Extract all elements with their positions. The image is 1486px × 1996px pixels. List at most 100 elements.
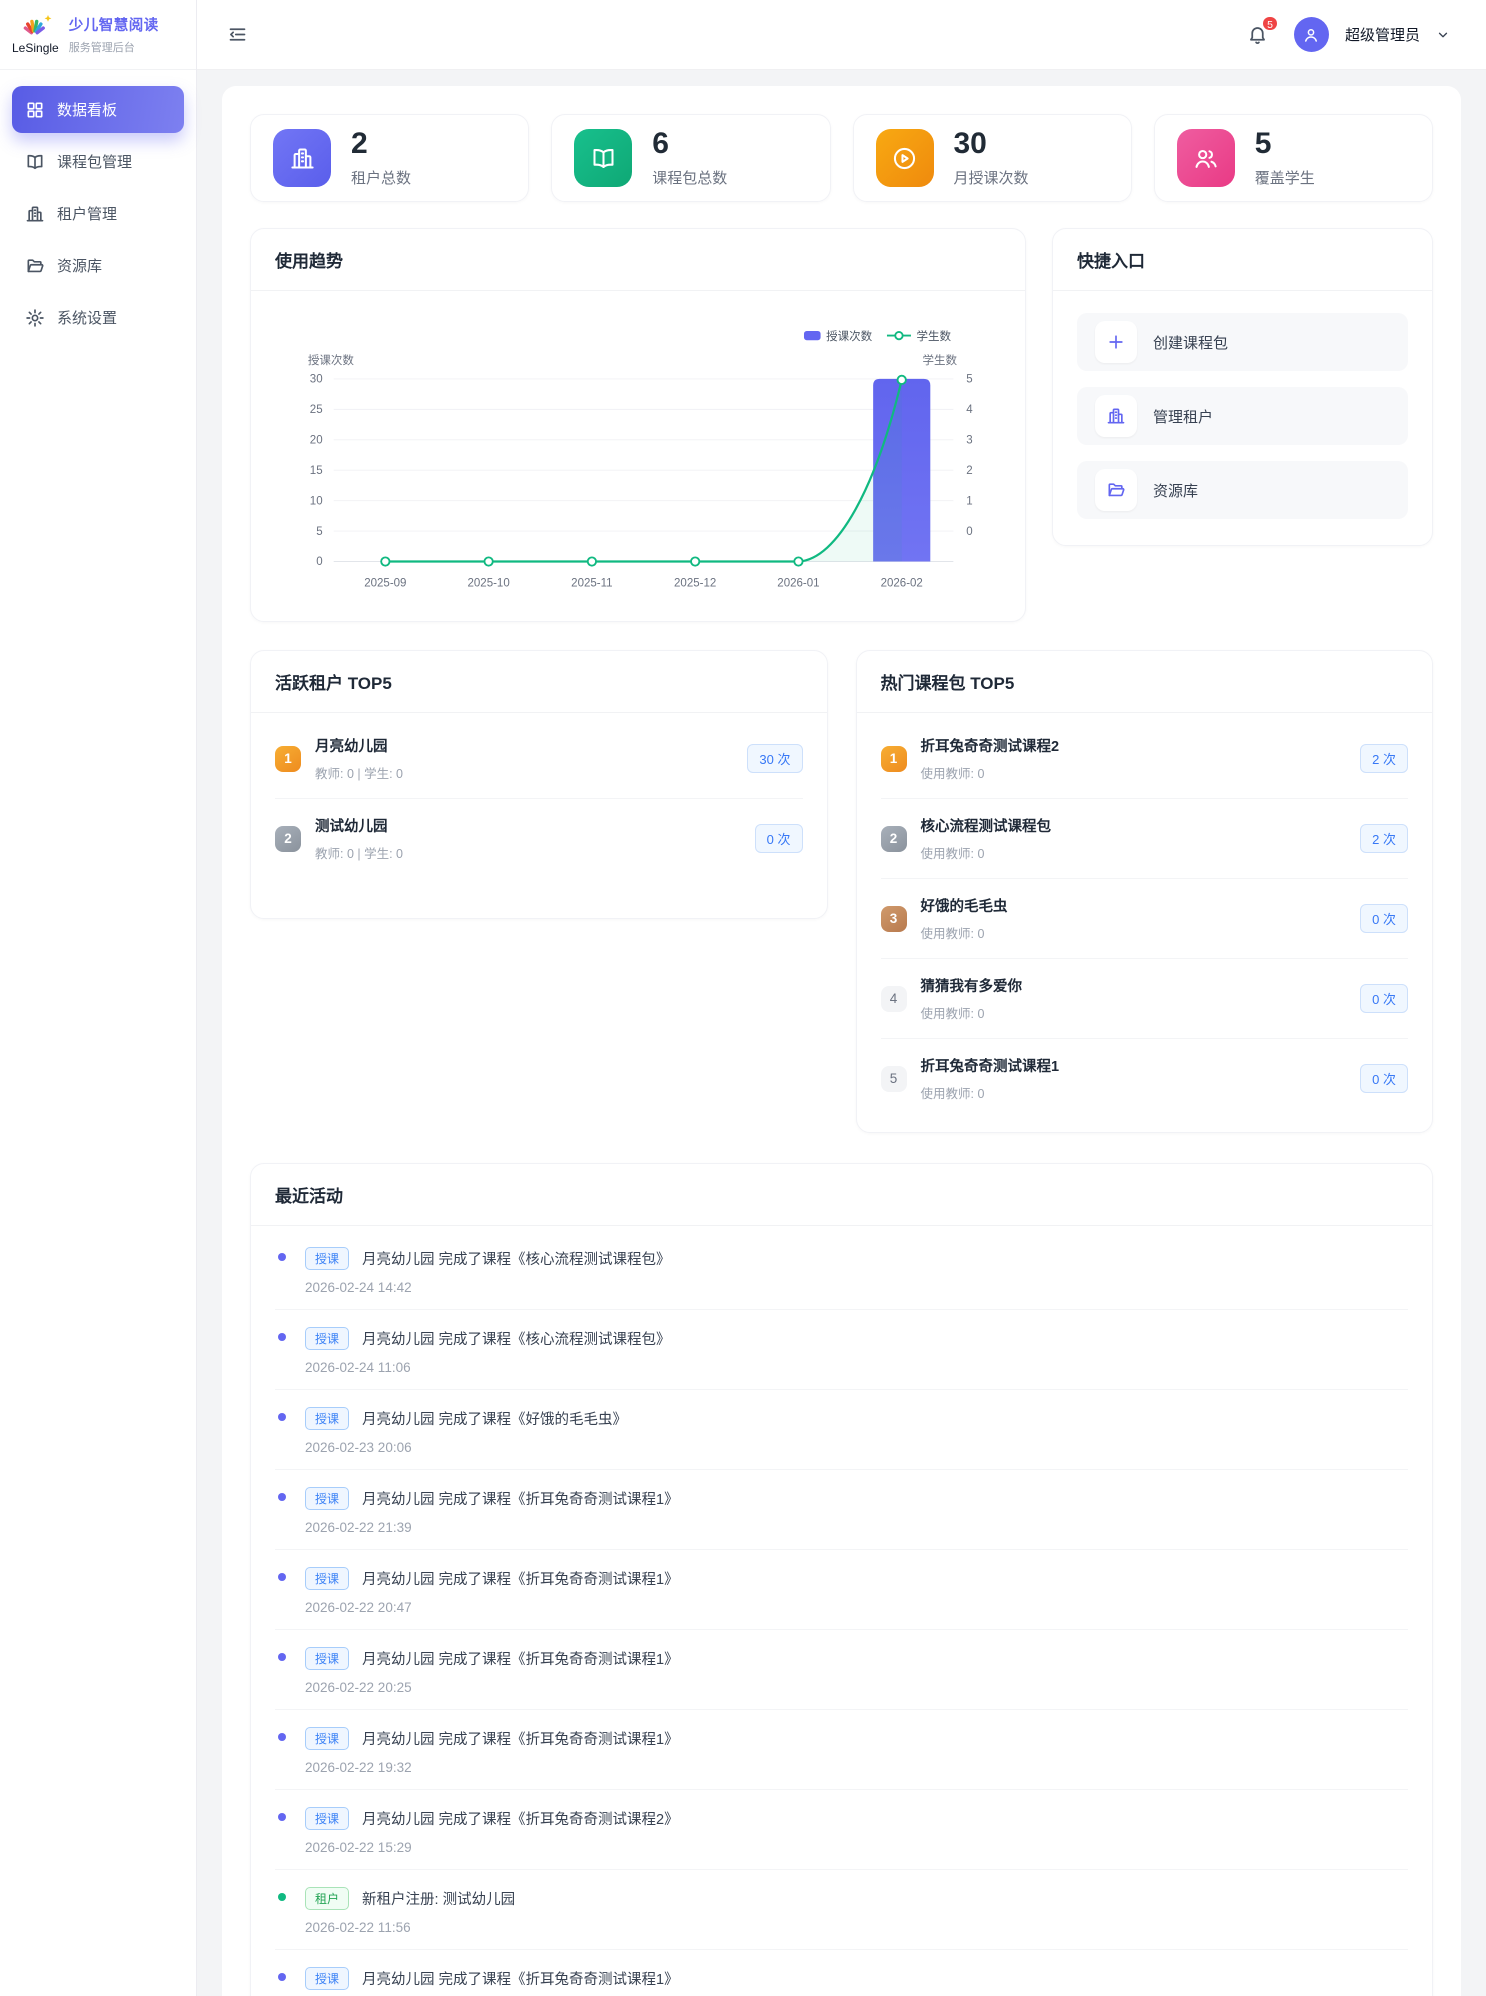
brand: LeSingle 少儿智慧阅读 服务管理后台 (0, 0, 196, 70)
stats-row: 2 租户总数 6 课程包总数 (250, 114, 1433, 202)
activity-message: 月亮幼儿园 完成了课程《折耳兔奇奇测试课程1》 (362, 1648, 679, 1669)
stat-label: 课程包总数 (652, 167, 727, 188)
play-circle-icon (876, 129, 934, 187)
sidebar: LeSingle 少儿智慧阅读 服务管理后台 数据看板 课程包管理 租户管理 (0, 0, 197, 1996)
sidebar-item-resources[interactable]: 资源库 (12, 242, 184, 289)
sidebar-item-label: 系统设置 (57, 307, 117, 328)
activity-row: 授课 月亮幼儿园 完成了课程《折耳兔奇奇测试课程1》 2026-02-21 20… (275, 1950, 1408, 1996)
left-axis-ticks: 30 25 20 15 10 5 0 (310, 374, 323, 569)
sidebar-item-course-packages[interactable]: 课程包管理 (12, 138, 184, 185)
rank-badge: 2 (881, 826, 907, 852)
notifications-button[interactable]: 5 (1247, 24, 1268, 45)
activity-message: 月亮幼儿园 完成了课程《折耳兔奇奇测试课程2》 (362, 1808, 679, 1829)
chart-legend: 授课次数 学生数 (804, 329, 952, 343)
course-meta: 使用教师: 0 (921, 923, 1347, 942)
activity-tag: 授课 (305, 1967, 349, 1990)
activity-message: 月亮幼儿园 完成了课程《折耳兔奇奇测试课程1》 (362, 1568, 679, 1589)
svg-text:10: 10 (310, 495, 323, 507)
notification-badge: 5 (1261, 15, 1279, 32)
activity-row: 授课 月亮幼儿园 完成了课程《折耳兔奇奇测试课程1》 2026-02-22 21… (275, 1470, 1408, 1550)
svg-text:2025-11: 2025-11 (571, 577, 612, 589)
legend-bar-label[interactable]: 授课次数 (826, 329, 873, 343)
count-badge: 2 次 (1360, 824, 1408, 853)
activity-tag: 授课 (305, 1567, 349, 1590)
app-subtitle: 服务管理后台 (69, 39, 159, 55)
sidebar-menu: 数据看板 课程包管理 租户管理 资源库 系统设置 (0, 70, 196, 362)
recent-activity-title: 最近活动 (251, 1164, 1432, 1226)
activity-message: 月亮幼儿园 完成了课程《核心流程测试课程包》 (362, 1248, 671, 1269)
quick-link-label: 资源库 (1153, 480, 1198, 501)
sidebar-item-label: 数据看板 (57, 99, 117, 120)
hot-courses-card: 热门课程包 TOP5 1 折耳兔奇奇测试课程2 使用教师: 0 2 次 2 (856, 650, 1434, 1133)
activity-time: 2026-02-22 11:56 (305, 1920, 1408, 1935)
rank-badge: 3 (881, 906, 907, 932)
course-meta: 使用教师: 0 (921, 1083, 1347, 1102)
rainbow-fan-icon (17, 14, 53, 40)
course-row[interactable]: 4 猜猜我有多爱你 使用教师: 0 0 次 (881, 959, 1409, 1039)
sidebar-item-tenants[interactable]: 租户管理 (12, 190, 184, 237)
activity-tag: 授课 (305, 1727, 349, 1750)
course-name: 猜猜我有多爱你 (921, 975, 1347, 996)
svg-text:5: 5 (966, 374, 972, 386)
legend-line-label[interactable]: 学生数 (916, 329, 951, 343)
activity-row: 授课 月亮幼儿园 完成了课程《核心流程测试课程包》 2026-02-24 14:… (275, 1230, 1408, 1310)
collapse-sidebar-icon[interactable] (227, 24, 248, 45)
rank-badge: 2 (275, 826, 301, 852)
building-icon (273, 129, 331, 187)
avatar[interactable] (1294, 17, 1329, 52)
activity-row: 授课 月亮幼儿园 完成了课程《折耳兔奇奇测试课程1》 2026-02-22 19… (275, 1710, 1408, 1790)
usage-trend-card: 使用趋势 授课次数 (250, 228, 1026, 622)
stat-value: 6 (652, 129, 727, 159)
quick-links-title: 快捷入口 (1053, 229, 1432, 291)
sidebar-item-dashboard[interactable]: 数据看板 (12, 86, 184, 133)
building-icon (1095, 395, 1137, 437)
activity-tag: 授课 (305, 1807, 349, 1830)
sidebar-item-label: 租户管理 (57, 203, 117, 224)
right-axis-ticks: 5 4 3 2 1 0 (966, 374, 973, 538)
svg-text:30: 30 (310, 374, 323, 386)
svg-text:20: 20 (310, 434, 323, 446)
app-root: LeSingle 少儿智慧阅读 服务管理后台 数据看板 课程包管理 租户管理 (0, 0, 1486, 1996)
activity-time: 2026-02-22 20:25 (305, 1680, 1408, 1695)
stat-label: 租户总数 (351, 167, 411, 188)
svg-text:2025-12: 2025-12 (674, 577, 716, 589)
activity-row: 租户 新租户注册: 测试幼儿园 2026-02-22 11:56 (275, 1870, 1408, 1950)
activity-time: 2026-02-22 21:39 (305, 1520, 1408, 1535)
svg-text:0: 0 (966, 526, 972, 538)
quick-link-manage-tenants[interactable]: 管理租户 (1077, 387, 1408, 445)
course-row[interactable]: 5 折耳兔奇奇测试课程1 使用教师: 0 0 次 (881, 1039, 1409, 1118)
svg-text:2026-02: 2026-02 (881, 577, 923, 589)
folder-icon (25, 256, 45, 276)
activity-message: 新租户注册: 测试幼儿园 (362, 1888, 515, 1909)
activity-message: 月亮幼儿园 完成了课程《折耳兔奇奇测试课程1》 (362, 1488, 679, 1509)
course-row[interactable]: 2 核心流程测试课程包 使用教师: 0 2 次 (881, 799, 1409, 879)
activity-dot (278, 1973, 286, 1981)
usage-trend-chart: 授课次数 学生数 授课次数 学生数 (251, 291, 1025, 621)
sidebar-item-label: 资源库 (57, 255, 102, 276)
quick-link-resources[interactable]: 资源库 (1077, 461, 1408, 519)
activity-row: 授课 月亮幼儿园 完成了课程《折耳兔奇奇测试课程1》 2026-02-22 20… (275, 1630, 1408, 1710)
quick-link-create-course[interactable]: 创建课程包 (1077, 313, 1408, 371)
activity-dot (278, 1733, 286, 1741)
activity-tag: 授课 (305, 1407, 349, 1430)
app-title: 少儿智慧阅读 (69, 14, 159, 35)
course-row[interactable]: 1 折耳兔奇奇测试课程2 使用教师: 0 2 次 (881, 719, 1409, 799)
rank-badge: 1 (881, 746, 907, 772)
sidebar-item-settings[interactable]: 系统设置 (12, 294, 184, 341)
sidebar-item-label: 课程包管理 (57, 151, 132, 172)
svg-text:5: 5 (316, 526, 322, 538)
activity-dot (278, 1493, 286, 1501)
course-row[interactable]: 3 好饿的毛毛虫 使用教师: 0 0 次 (881, 879, 1409, 959)
svg-text:2: 2 (966, 465, 972, 477)
course-meta: 使用教师: 0 (921, 1003, 1347, 1022)
gear-icon (25, 308, 45, 328)
users-icon (1177, 129, 1235, 187)
stat-card-tenants: 2 租户总数 (250, 114, 529, 202)
activity-time: 2026-02-24 11:06 (305, 1360, 1408, 1375)
tenant-row[interactable]: 2 测试幼儿园 教师: 0 | 学生: 0 0 次 (275, 799, 803, 878)
tenant-row[interactable]: 1 月亮幼儿园 教师: 0 | 学生: 0 30 次 (275, 719, 803, 799)
stat-card-course-packages: 6 课程包总数 (551, 114, 830, 202)
user-menu-trigger[interactable] (1436, 28, 1450, 42)
activity-time: 2026-02-23 20:06 (305, 1440, 1408, 1455)
activity-dot (278, 1893, 286, 1901)
